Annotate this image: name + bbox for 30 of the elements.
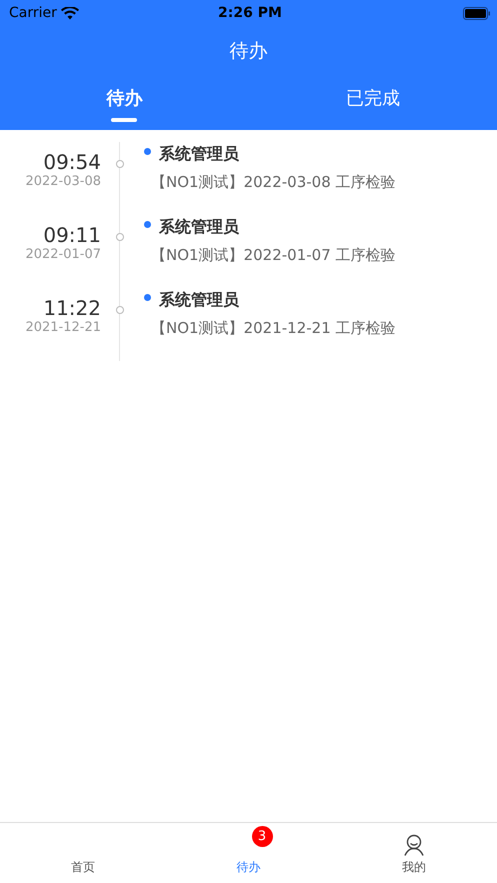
item-time: 09:11 — [43, 223, 101, 247]
carrier-label: Carrier — [9, 5, 57, 21]
wifi-icon — [60, 6, 79, 20]
status-time: 2:26 PM — [218, 5, 282, 21]
item-time: 09:54 — [43, 150, 101, 174]
page-title: 待办 — [230, 39, 268, 64]
item-time: 11:22 — [43, 296, 101, 320]
count-badge: 3 — [252, 826, 272, 847]
bullet-dot — [144, 221, 151, 228]
tab-bar-item[interactable]: 待办 — [236, 859, 260, 876]
tab[interactable]: 已完成 — [346, 86, 400, 110]
item-description: 【NO1测试】2022-01-07 工序检验 — [151, 246, 397, 265]
tab[interactable]: 待办 — [106, 86, 142, 110]
item-author: 系统管理员 — [159, 144, 239, 165]
item-description: 【NO1测试】2021-12-21 工序检验 — [151, 319, 397, 338]
timeline-node — [116, 306, 124, 314]
timeline-node — [116, 233, 124, 241]
item-description: 【NO1测试】2022-03-08 工序检验 — [151, 173, 397, 192]
bullet-dot — [144, 148, 151, 155]
item-date: 2022-01-07 — [25, 247, 101, 262]
item-date: 2022-03-08 — [25, 174, 101, 189]
bullet-dot — [144, 294, 151, 301]
item-date: 2021-12-21 — [25, 320, 101, 335]
person-icon — [403, 834, 426, 856]
tab-bar-item[interactable]: 首页 — [70, 859, 95, 876]
tab-bar-item[interactable]: 我的 — [402, 859, 426, 876]
item-author: 系统管理员 — [159, 217, 239, 238]
timeline-node — [116, 160, 124, 168]
item-author: 系统管理员 — [159, 290, 239, 311]
battery-icon — [462, 6, 491, 20]
